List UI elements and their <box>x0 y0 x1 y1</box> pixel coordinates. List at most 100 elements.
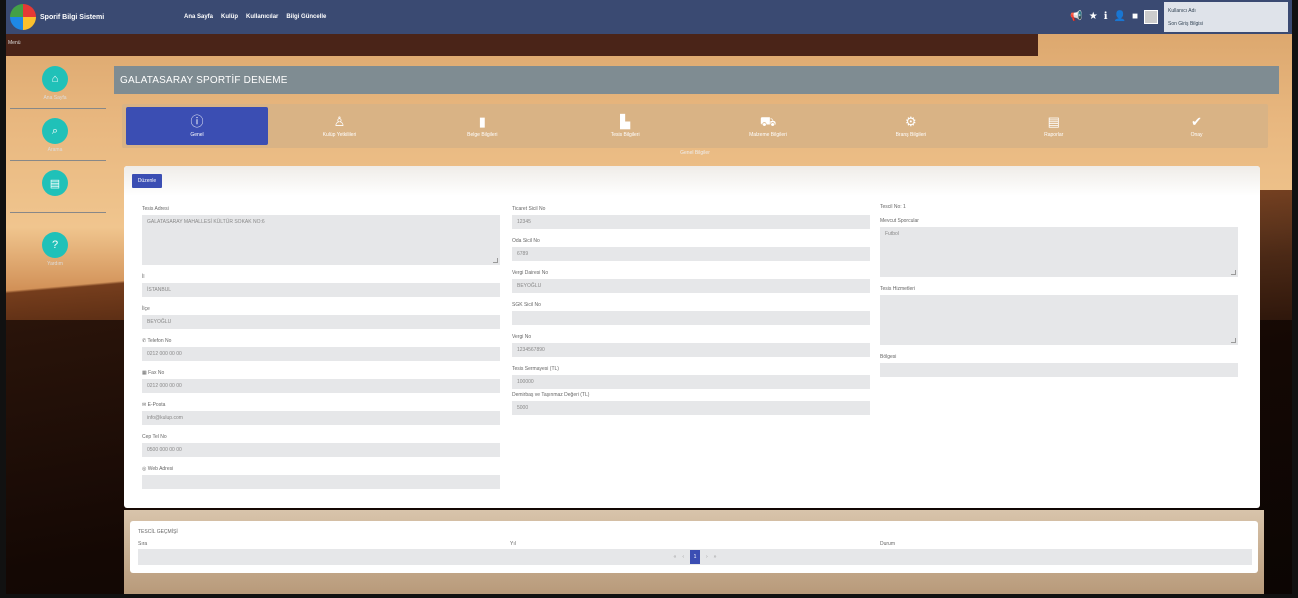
wizard-step-officials[interactable]: ♙ Kulüp Yetkilileri <box>268 104 411 148</box>
wizard-step-reports[interactable]: ▤ Raporlar <box>982 104 1125 148</box>
tax-office-field[interactable]: BEYOĞLU <box>512 279 870 293</box>
frame-bottom <box>0 594 1298 598</box>
user-icon[interactable]: 👤 <box>1114 12 1126 22</box>
menu-label[interactable]: Menü <box>8 40 21 46</box>
pagination: « ‹ 1 › » <box>138 549 1252 565</box>
column-header-status[interactable]: Durum <box>880 541 895 547</box>
registry-history-card: TESCİL GEÇMİŞİ Sıra Yıl Durum « ‹ 1 › » <box>130 521 1258 573</box>
wizard-step-documents[interactable]: ▮ Belge Bilgileri <box>411 104 554 148</box>
wizard-step-approve[interactable]: ✔ Onay <box>1125 104 1268 148</box>
gears-icon: ⚙ <box>905 113 917 129</box>
building-icon: ▙ <box>620 113 631 129</box>
phone-field[interactable]: 0212 000 00 00 <box>142 347 500 361</box>
trade-registry-label: Ticaret Sicil No <box>512 206 546 212</box>
form-column-left: Tesis Adresi GALATASARAY MAHALLESİ KÜLTÜ… <box>142 206 500 498</box>
tax-number-field[interactable]: 1234567890 <box>512 343 870 357</box>
general-info-card: Düzenle Tesis Adresi GALATASARAY MAHALLE… <box>124 166 1260 508</box>
form-column-middle: Ticaret Sicil No 12345 Oda Sicil No 6789… <box>512 206 870 424</box>
wizard-step-label: Branş Bilgileri <box>895 131 927 138</box>
web-label: ◎ Web Adresi <box>142 466 500 472</box>
wizard-step-general[interactable]: ⓘ Genel <box>126 107 268 145</box>
current-sports-label: Mevcut Sporcular <box>880 218 919 224</box>
capital-label: Tesis Sermayesi (TL) <box>512 366 559 372</box>
sidebar-item-label: Yardım <box>47 261 63 267</box>
list-icon: ▤ <box>42 170 68 196</box>
fax-field[interactable]: 0212 000 00 00 <box>142 379 500 393</box>
mobile-label: Cep Tel No <box>142 434 167 440</box>
help-icon: ? <box>42 232 68 258</box>
frame-right <box>1292 0 1298 598</box>
mobile-field[interactable]: 0500 000 00 00 <box>142 443 500 457</box>
wizard-step-materials[interactable]: ⛟ Malzeme Bilgileri <box>697 104 840 148</box>
facility-services-label: Tesis Hizmetleri <box>880 286 916 292</box>
web-field[interactable] <box>142 475 500 489</box>
card-header-shade <box>124 166 1260 196</box>
column-header-order[interactable]: Sıra <box>138 541 147 547</box>
email-field[interactable]: info@kulup.com <box>142 411 500 425</box>
sidebar-item-help[interactable]: ? Yardım <box>40 232 70 267</box>
column-header-year[interactable]: Yıl <box>510 541 516 547</box>
facility-services-field[interactable] <box>880 295 1238 345</box>
sidebar-item-search[interactable]: ⌕ Arama <box>40 118 70 153</box>
brand-logo[interactable] <box>10 4 36 30</box>
page-title: GALATASARAY SPORTİF DENEME <box>120 74 288 86</box>
region-field[interactable] <box>880 363 1238 377</box>
sidebar-item-home[interactable]: ⌂ Ana Sayfa <box>40 66 70 101</box>
tax-office-label: Vergi Dairesi No <box>512 270 549 276</box>
search-icon: ⌕ <box>42 118 68 144</box>
page-button-current[interactable]: 1 <box>690 550 700 564</box>
user-name: Kullanıcı Adı <box>1168 7 1196 14</box>
sgk-field[interactable] <box>512 311 870 325</box>
first-page-button[interactable]: « <box>674 554 677 560</box>
check-icon: ✔ <box>1191 113 1203 129</box>
sidebar-divider <box>10 108 106 109</box>
square-icon[interactable]: ■ <box>1132 12 1138 22</box>
chamber-registry-field[interactable]: 6789 <box>512 247 870 261</box>
wizard-steps: ⓘ Genel ♙ Kulüp Yetkilileri ▮ Belge Bilg… <box>122 104 1268 148</box>
form-column-right: Tescil No: 1 Mevcut Sporcular Futbol Tes… <box>880 204 1238 386</box>
current-sports-field[interactable]: Futbol <box>880 227 1238 277</box>
sub-bar <box>6 34 1038 56</box>
prev-page-button[interactable]: ‹ <box>682 554 684 560</box>
capital-field[interactable]: 100000 <box>512 375 870 389</box>
avatar[interactable] <box>1144 10 1158 24</box>
phone-label: ✆ Telefon No <box>142 338 500 344</box>
wizard-step-label: Belge Bilgileri <box>467 131 498 138</box>
city-field[interactable]: İSTANBUL <box>142 283 500 297</box>
wizard-step-facilities[interactable]: ▙ Tesis Bilgileri <box>554 104 697 148</box>
wizard-step-branches[interactable]: ⚙ Branş Bilgileri <box>839 104 982 148</box>
fixtures-field[interactable]: 5000 <box>512 401 870 415</box>
nav-link-users[interactable]: Kullanıcılar <box>246 14 278 20</box>
last-page-button[interactable]: » <box>714 554 717 560</box>
trade-registry-field[interactable]: 12345 <box>512 215 870 229</box>
user-last-login: Son Giriş Bilgisi <box>1168 20 1204 27</box>
frame-left <box>0 0 6 598</box>
user-info[interactable]: Kullanıcı Adı Son Giriş Bilgisi <box>1164 2 1288 32</box>
sidebar-item-list[interactable]: ▤ <box>40 170 70 196</box>
nav-link-club[interactable]: Kulüp <box>221 14 238 20</box>
info-icon[interactable]: ℹ <box>1104 12 1108 22</box>
bullhorn-icon[interactable]: 📢 <box>1070 12 1082 22</box>
wizard-step-label: Raporlar <box>1044 131 1064 138</box>
wizard-step-label: Tesis Bilgileri <box>610 131 640 138</box>
nav-links: Ana Sayfa Kulüp Kullanıcılar Bilgi Günce… <box>184 14 326 20</box>
document-icon: ▮ <box>478 113 486 129</box>
email-label: ✉ E-Posta <box>142 402 500 408</box>
star-icon[interactable]: ★ <box>1089 12 1098 22</box>
table-title: TESCİL GEÇMİŞİ <box>138 529 178 535</box>
sidebar-divider <box>10 212 106 213</box>
district-field[interactable]: BEYOĞLU <box>142 315 500 329</box>
wizard-caption: Genel Bilgiler <box>680 150 710 156</box>
report-icon: ▤ <box>1047 113 1060 129</box>
district-label: İlçe <box>142 306 150 312</box>
address-field[interactable]: GALATASARAY MAHALLESİ KÜLTÜR SOKAK NO:6 <box>142 215 500 265</box>
brand-name[interactable]: Sporif Bilgi Sistemi <box>40 14 150 21</box>
nav-link-home[interactable]: Ana Sayfa <box>184 14 213 20</box>
nav-link-update[interactable]: Bilgi Güncelle <box>286 14 326 20</box>
address-label: Tesis Adresi <box>142 206 169 212</box>
chamber-registry-label: Oda Sicil No <box>512 238 540 244</box>
next-page-button[interactable]: › <box>706 554 708 560</box>
nav-right: 📢 ★ ℹ 👤 ■ Kullanıcı Adı Son Giriş Bilgis… <box>1070 2 1288 32</box>
city-label: İl <box>142 274 145 280</box>
edit-button[interactable]: Düzenle <box>132 174 162 188</box>
